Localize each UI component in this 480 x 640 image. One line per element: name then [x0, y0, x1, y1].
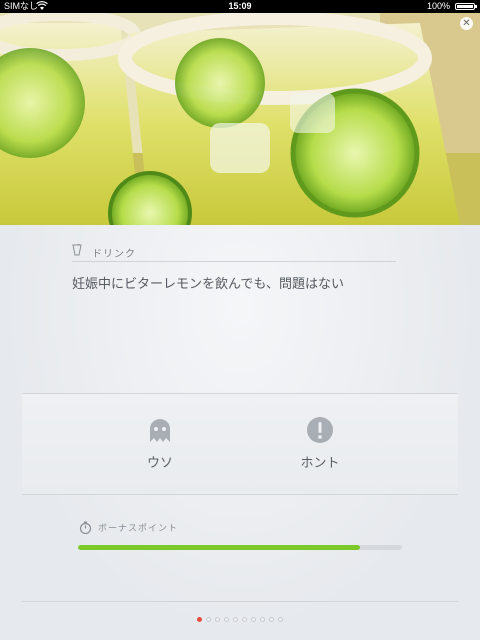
stopwatch-icon — [79, 519, 92, 535]
exclamation-icon — [306, 416, 334, 444]
clock: 15:09 — [228, 1, 252, 11]
page-dot — [224, 617, 229, 622]
category-header: ドリンク — [72, 240, 396, 262]
question-text: 妊娠中にビターレモンを飲んでも、問題はない — [72, 277, 344, 292]
category-label: ドリンク — [92, 249, 136, 260]
page-dot — [242, 617, 247, 622]
page-dot — [206, 617, 211, 622]
page-dot — [215, 617, 220, 622]
bonus-progress-fill — [78, 545, 360, 550]
true-label: ホント — [300, 456, 340, 471]
drink-icon — [72, 240, 83, 259]
true-button[interactable]: ホント — [280, 416, 360, 471]
hero-image — [0, 13, 480, 225]
page-dot — [278, 617, 283, 622]
bonus-label: ボーナスポイント — [98, 524, 179, 534]
page-dot — [269, 617, 274, 622]
false-label: ウソ — [146, 456, 173, 471]
ghost-icon — [146, 416, 174, 444]
false-button[interactable]: ウソ — [120, 416, 200, 471]
page-dot — [251, 617, 256, 622]
battery-icon — [455, 3, 477, 10]
answer-buttons: ウソ ホント — [22, 393, 458, 495]
battery-percent: 100% — [426, 1, 450, 11]
page-dot — [233, 617, 238, 622]
quiz-panel: ドリンク 妊娠中にビターレモンを飲んでも、問題はない ウソ ホント ボーナスポイ… — [0, 225, 480, 640]
bonus-progress-bar — [78, 545, 402, 550]
close-icon[interactable]: ✕ — [460, 17, 473, 30]
status-bar: SIMなし 15:09 100% — [0, 0, 480, 13]
page-dot — [197, 617, 202, 622]
divider — [22, 601, 458, 602]
page-indicator — [0, 617, 480, 625]
page-dot — [260, 617, 265, 622]
